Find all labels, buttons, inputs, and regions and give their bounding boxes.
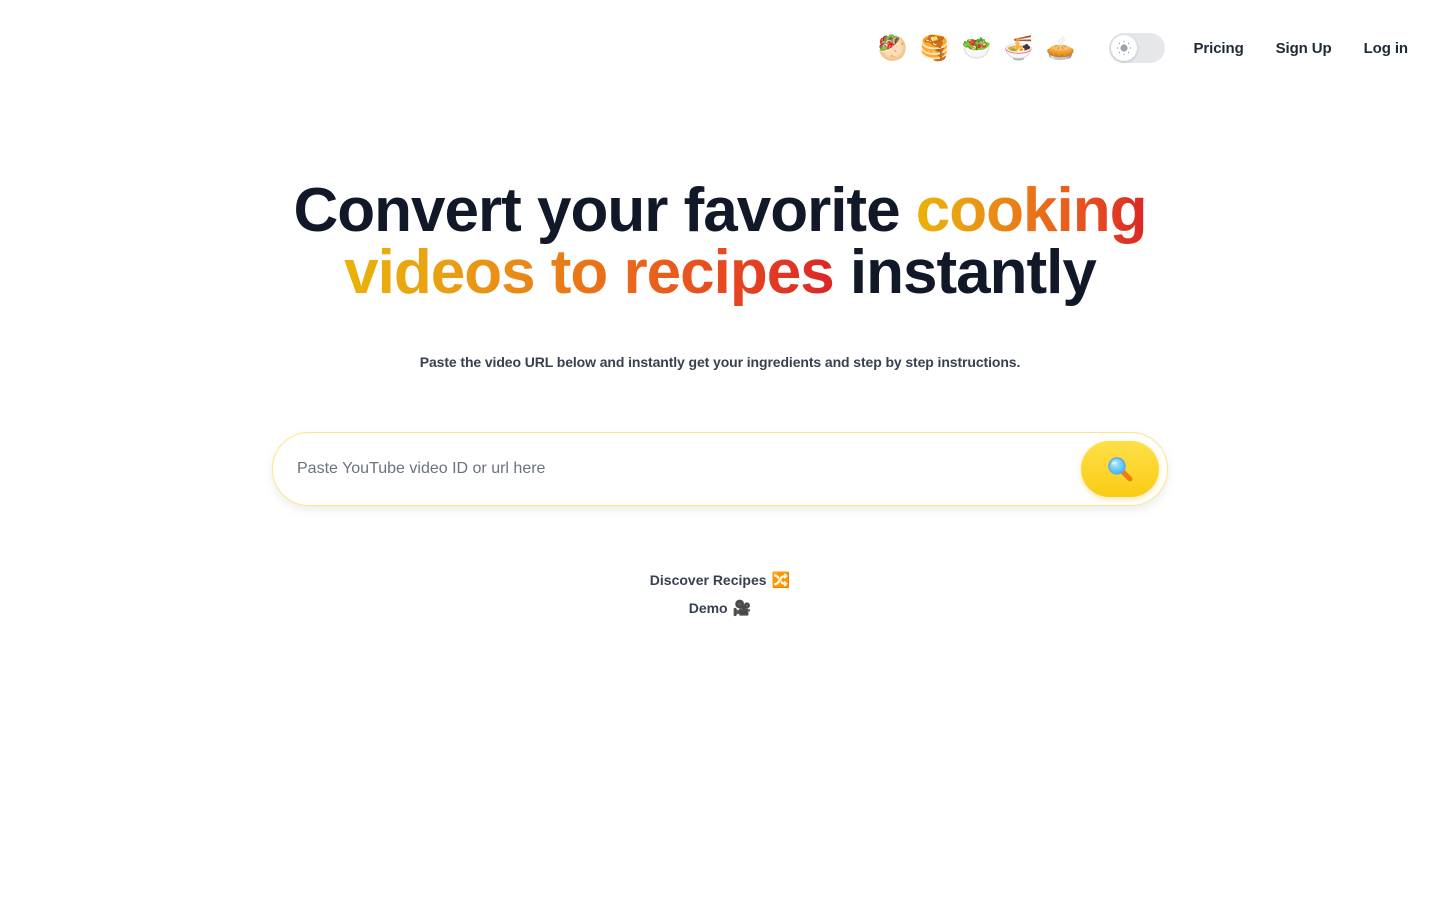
magnifying-glass-icon [1108, 457, 1133, 482]
discover-recipes-label: Discover Recipes [649, 572, 767, 588]
demo-label: Demo [688, 600, 728, 616]
flatbread-icon[interactable]: 🥙 [877, 35, 907, 61]
title-text-2: instantly [833, 238, 1097, 307]
sign-up-link[interactable]: Sign Up [1276, 40, 1332, 57]
title-text-1: Convert your favorite [293, 176, 916, 245]
pancakes-icon[interactable]: 🥞 [919, 35, 949, 61]
sun-icon [1117, 40, 1132, 56]
secondary-links: Discover Recipes 🔀 Demo 🎥 [0, 570, 1440, 618]
discover-recipes-link[interactable]: Discover Recipes 🔀 [650, 570, 790, 590]
title-highlight-cooking: cooking [915, 176, 1148, 245]
page-title: Convert your favorite cooking videos to r… [0, 180, 1440, 304]
pie-icon[interactable]: 🥧 [1045, 35, 1075, 61]
theme-toggle[interactable] [1109, 33, 1166, 63]
salad-icon[interactable]: 🥗 [961, 35, 991, 61]
toggle-knob [1111, 35, 1138, 61]
title-highlight-videos-to-recipes: videos to recipes [344, 238, 835, 307]
ramen-icon[interactable]: 🍜 [1003, 35, 1033, 61]
demo-link[interactable]: Demo 🎥 [689, 598, 752, 618]
search-button[interactable] [1081, 441, 1159, 497]
pricing-link[interactable]: Pricing [1193, 40, 1243, 57]
log-in-link[interactable]: Log in [1364, 40, 1408, 57]
movie-camera-icon: 🎥 [732, 599, 752, 617]
shuffle-icon: 🔀 [771, 571, 791, 589]
hero-subtitle: Paste the video URL below and instantly … [419, 354, 1021, 370]
food-emoji-row: 🥙 🥞 🥗 🍜 🥧 [877, 35, 1075, 61]
hero: Convert your favorite cooking videos to r… [0, 180, 1440, 304]
top-nav: 🥙 🥞 🥗 🍜 🥧 Pricing Sign Up Log in [0, 0, 1440, 96]
video-url-input[interactable] [297, 460, 1081, 478]
video-url-search [272, 432, 1168, 506]
